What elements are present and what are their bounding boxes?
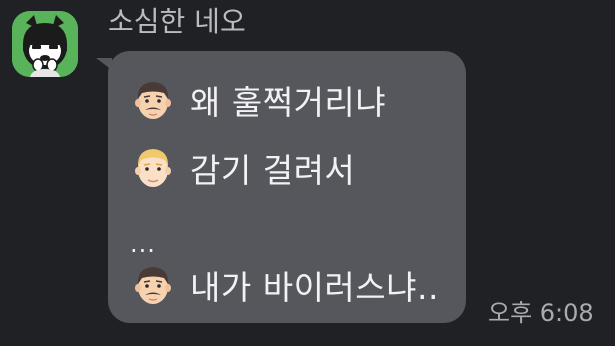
message-bubble[interactable]: 왜 훌쩍거리냐 감기 걸려서 ... 내가 바이러스냐..: [108, 51, 466, 323]
man-emoji-icon: [130, 77, 176, 123]
message-line-text: 내가 바이러스냐..: [190, 268, 439, 307]
message-line-text: 왜 훌쩍거리냐: [190, 83, 387, 122]
message-line: 감기 걸려서: [130, 143, 355, 193]
sender-avatar[interactable]: [12, 11, 78, 77]
sender-name: 소심한 네오: [108, 5, 246, 38]
man-emoji-icon: [130, 262, 176, 308]
neo-character-avatar-icon: [12, 11, 78, 77]
message-line: 내가 바이러스냐..: [130, 260, 439, 310]
message-line: 왜 훌쩍거리냐: [130, 75, 386, 125]
message-line-text: 감기 걸려서: [190, 151, 356, 190]
message-timestamp: 오후 6:08: [488, 299, 594, 327]
blond-man-emoji-icon: [130, 145, 176, 191]
message-line-text: ...: [130, 230, 156, 258]
